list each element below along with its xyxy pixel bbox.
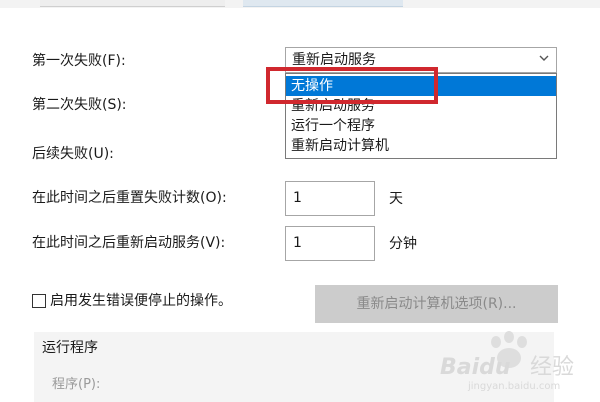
second-failure-label: 第二次失败(S): (32, 97, 127, 113)
restart-service-minutes-input[interactable]: 1 (285, 226, 375, 261)
program-label: 程序(P): (52, 377, 101, 392)
option-run-program[interactable]: 运行一个程序 (286, 116, 556, 136)
watermark-cn: 经验 (530, 355, 575, 380)
run-program-title: 运行程序 (42, 340, 98, 356)
restart-service-minutes-value: 1 (293, 235, 302, 251)
first-failure-label: 第一次失败(F): (32, 53, 126, 69)
reset-fail-count-unit: 天 (389, 191, 403, 207)
subsequent-failure-label: 后续失败(U): (32, 146, 114, 162)
chevron-down-icon[interactable] (538, 52, 550, 64)
restart-service-after-label: 在此时间之后重新启动服务(V): (32, 235, 226, 251)
reset-fail-count-input[interactable]: 1 (285, 181, 375, 216)
stop-on-error-checkbox[interactable] (32, 294, 46, 308)
watermark-url: jingyan.baidu.com (468, 381, 561, 392)
tab-strip-right (243, 0, 403, 7)
watermark-brand: Baidu (440, 355, 511, 380)
reset-fail-count-label: 在此时间之后重置失败计数(O): (32, 190, 227, 206)
option-restart-computer[interactable]: 重新启动计算机 (286, 136, 556, 156)
reset-fail-count-value: 1 (293, 190, 302, 206)
stop-on-error-label: 启用发生错误便停止的操作。 (50, 293, 232, 309)
tab-strip-left (40, 0, 225, 7)
restart-computer-options-button[interactable]: 重新启动计算机选项(R)... (315, 285, 558, 323)
red-highlight-box (266, 67, 438, 104)
restart-service-minutes-unit: 分钟 (389, 236, 417, 252)
